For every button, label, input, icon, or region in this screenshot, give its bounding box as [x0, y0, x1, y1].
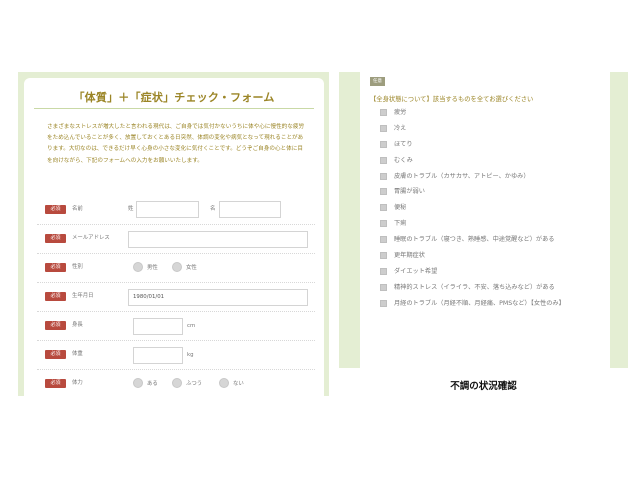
- checkbox[interactable]: [380, 267, 387, 275]
- height-unit: cm: [187, 323, 196, 329]
- required-badge: 必須: [45, 379, 66, 388]
- checkbox[interactable]: [380, 252, 387, 260]
- checklist-item[interactable]: 疲労: [380, 107, 605, 118]
- checklist-item[interactable]: 皮膚のトラブル（カサカサ、アトピー、かゆみ）: [380, 171, 605, 182]
- birthdate-input[interactable]: 1980/01/01: [128, 289, 308, 306]
- checkbox[interactable]: [380, 124, 387, 132]
- surname-input[interactable]: [136, 201, 199, 218]
- image-caption: 不調の状況確認: [450, 381, 517, 392]
- checkbox[interactable]: [380, 109, 387, 116]
- stamina-option-high[interactable]: ある: [133, 378, 158, 388]
- radio-button[interactable]: [133, 262, 143, 272]
- form-row-weight: 必須 体重 kg: [37, 341, 315, 370]
- checklist-item[interactable]: 下痢: [380, 218, 605, 229]
- form-panel: 「体質」＋「症状」チェック・フォーム さまざまなストレスが増大したと言われる現代…: [18, 72, 329, 396]
- email-input[interactable]: [128, 231, 308, 248]
- form-row-gender: 必須 性別 男性 女性: [37, 254, 315, 283]
- checkbox[interactable]: [380, 283, 387, 291]
- radio-button[interactable]: [172, 378, 182, 388]
- required-badge: 必須: [45, 205, 66, 214]
- checkbox[interactable]: [380, 188, 387, 196]
- form-card: 「体質」＋「症状」チェック・フォーム さまざまなストレスが増大したと言われる現代…: [24, 78, 324, 396]
- required-badge: 必須: [45, 350, 66, 359]
- checkbox[interactable]: [380, 156, 387, 164]
- checklist-item[interactable]: 睡眠のトラブル（寝つき、熟睡感、中途覚醒など）がある: [380, 234, 605, 245]
- checkbox[interactable]: [380, 204, 387, 212]
- title-divider: [34, 108, 314, 109]
- form-title: 「体質」＋「症状」チェック・フォーム: [73, 91, 275, 104]
- form-row-email: 必須 メールアドレス: [37, 225, 315, 254]
- radio-button[interactable]: [172, 262, 182, 272]
- checklist-item[interactable]: 月経のトラブル（月経不順、月経痛、PMSなど）【女性のみ】: [380, 298, 605, 309]
- checklist-item[interactable]: むくみ: [380, 155, 605, 166]
- form-row-height: 必須 身長 cm: [37, 312, 315, 341]
- gender-option-male[interactable]: 男性: [133, 262, 158, 272]
- checklist-item[interactable]: 胃腸が弱い: [380, 186, 605, 197]
- checklist-heading: 【全身状態について】該当するものを全てお選びください: [370, 96, 534, 103]
- weight-label: 体重: [72, 351, 83, 357]
- checklist-item[interactable]: 精神的ストレス（イライラ、不安、落ち込みなど）がある: [380, 282, 605, 293]
- form-row-stamina: 必須 体力 ある ふつう ない: [37, 370, 315, 396]
- given-name-input[interactable]: [219, 201, 281, 218]
- symptom-checklist: 疲労 冷え ほてり むくみ 皮膚のトラブル（カサカサ、アトピー、かゆみ） 胃腸が…: [380, 107, 605, 314]
- gender-label: 性別: [72, 264, 83, 270]
- email-label: メールアドレス: [72, 235, 110, 241]
- required-badge: 必須: [45, 292, 66, 301]
- surname-label: 姓: [128, 206, 134, 212]
- checkbox[interactable]: [380, 172, 387, 180]
- height-label: 身長: [72, 322, 83, 328]
- checklist-item[interactable]: 冷え: [380, 123, 605, 134]
- weight-input[interactable]: [133, 347, 183, 364]
- checkbox[interactable]: [380, 299, 387, 307]
- checklist-item[interactable]: 便秘: [380, 202, 605, 213]
- radio-button[interactable]: [219, 378, 229, 388]
- form-intro-text: さまざまなストレスが増大したと言われる現代は、ご自身では気付かないうちに体や心に…: [47, 124, 305, 164]
- checkbox[interactable]: [380, 220, 387, 228]
- checklist-item[interactable]: 更年期症状: [380, 250, 605, 261]
- required-badge: 必須: [45, 234, 66, 243]
- birthdate-label: 生年月日: [72, 293, 94, 299]
- form-row-name: 必須 名前 姓 名: [37, 196, 315, 225]
- checkbox[interactable]: [380, 236, 387, 244]
- radio-button[interactable]: [133, 378, 143, 388]
- required-badge: 必須: [45, 321, 66, 330]
- given-name-label: 名: [210, 206, 216, 212]
- stamina-option-normal[interactable]: ふつう: [172, 378, 202, 388]
- optional-badge: 任意: [370, 77, 385, 86]
- gender-option-female[interactable]: 女性: [172, 262, 197, 272]
- stamina-label: 体力: [72, 380, 83, 386]
- weight-unit: kg: [187, 352, 194, 358]
- checklist-item[interactable]: ダイエット希望: [380, 266, 605, 277]
- checkbox[interactable]: [380, 140, 387, 148]
- checklist-item[interactable]: ほてり: [380, 139, 605, 150]
- checklist-panel: 任意 【全身状態について】該当するものを全てお選びください 疲労 冷え ほてり …: [339, 72, 628, 368]
- stamina-option-low[interactable]: ない: [219, 378, 244, 388]
- required-badge: 必須: [45, 263, 66, 272]
- height-input[interactable]: [133, 318, 183, 335]
- name-label: 名前: [72, 206, 83, 212]
- form-row-birthdate: 必須 生年月日 1980/01/01: [37, 283, 315, 312]
